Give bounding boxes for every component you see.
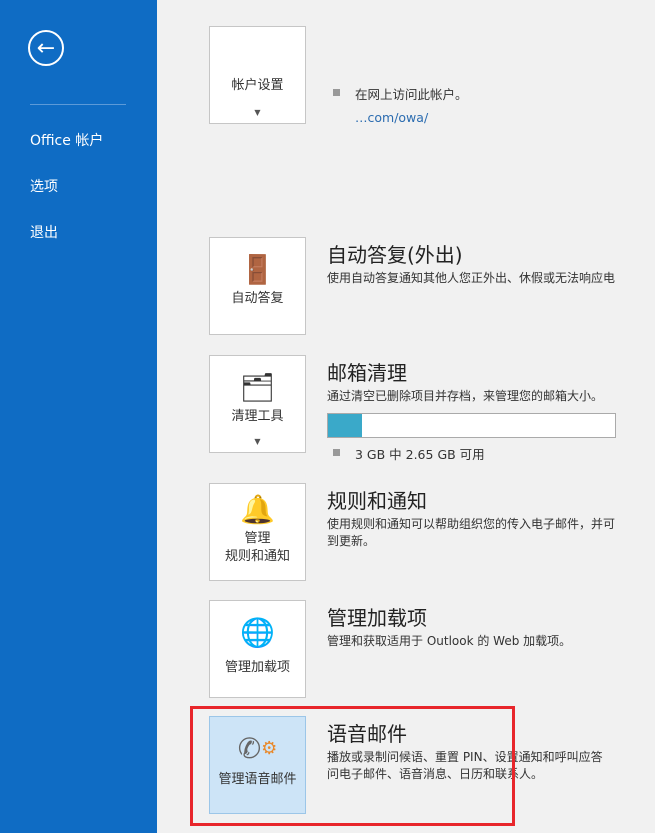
section-desc: 管理和获取适用于 Outlook 的 Web 加载项。 <box>327 634 572 648</box>
back-button[interactable]: ← <box>28 30 64 66</box>
divider <box>30 104 126 105</box>
cleanup-tools-icon: 🗂 <box>239 371 276 404</box>
tile-label: 管理加载项 <box>224 660 290 675</box>
section-title: 管理加载项 <box>327 606 427 630</box>
section-title: 邮箱清理 <box>327 361 407 385</box>
chevron-down-icon: ▼ <box>254 437 261 446</box>
bullet <box>333 449 340 456</box>
section-title: 规则和通知 <box>327 489 427 513</box>
web-access-text: 在网上访问此帐户。 <box>355 87 468 102</box>
sidebar: ← Office 帐户 选项 退出 <box>0 0 157 833</box>
rules-icon: 🔔 <box>240 493 275 526</box>
section-desc: 使用自动答复通知其他人您正外出、休假或无法响应电 <box>327 271 616 285</box>
storage-bar-fill <box>328 414 362 437</box>
owa-link[interactable]: …com/owa/ <box>355 110 428 125</box>
storage-text: 3 GB 中 2.65 GB 可用 <box>355 447 485 462</box>
section-desc: 通过清空已删除项目并存档，来管理您的邮箱大小。 <box>327 389 604 403</box>
tile-label: 帐户设置 <box>231 78 284 93</box>
arrow-left-icon: ← <box>36 36 56 61</box>
account-settings-button[interactable]: 帐户设置 ▼ <box>209 26 306 124</box>
tile-label: 清理工具 <box>231 409 284 424</box>
section-desc: 使用规则和通知可以帮助组织您的传入电子邮件，并可 到更新。 <box>327 517 616 548</box>
bullet <box>333 89 340 96</box>
storage-bar <box>327 413 616 438</box>
tile-label: 管理 规则和通知 <box>224 531 290 564</box>
section-title: 自动答复(外出) <box>327 243 463 267</box>
cleanup-tools-button[interactable]: 🗂 清理工具 ▼ <box>209 355 306 453</box>
tile-label: 自动答复 <box>231 291 284 306</box>
sidebar-item-options[interactable]: 选项 <box>30 176 58 196</box>
manage-addins-button[interactable]: 🌐 管理加载项 <box>209 600 306 698</box>
highlight-box <box>190 706 515 826</box>
chevron-down-icon: ▼ <box>254 108 261 117</box>
sidebar-item-exit[interactable]: 退出 <box>30 222 58 242</box>
auto-reply-icon: 🚪 <box>240 253 275 286</box>
auto-reply-button[interactable]: 🚪 自动答复 <box>209 237 306 335</box>
sidebar-item-office-account[interactable]: Office 帐户 <box>30 130 103 150</box>
globe-gear-icon: 🌐 <box>240 616 275 649</box>
rules-button[interactable]: 🔔 管理 规则和通知 <box>209 483 306 581</box>
